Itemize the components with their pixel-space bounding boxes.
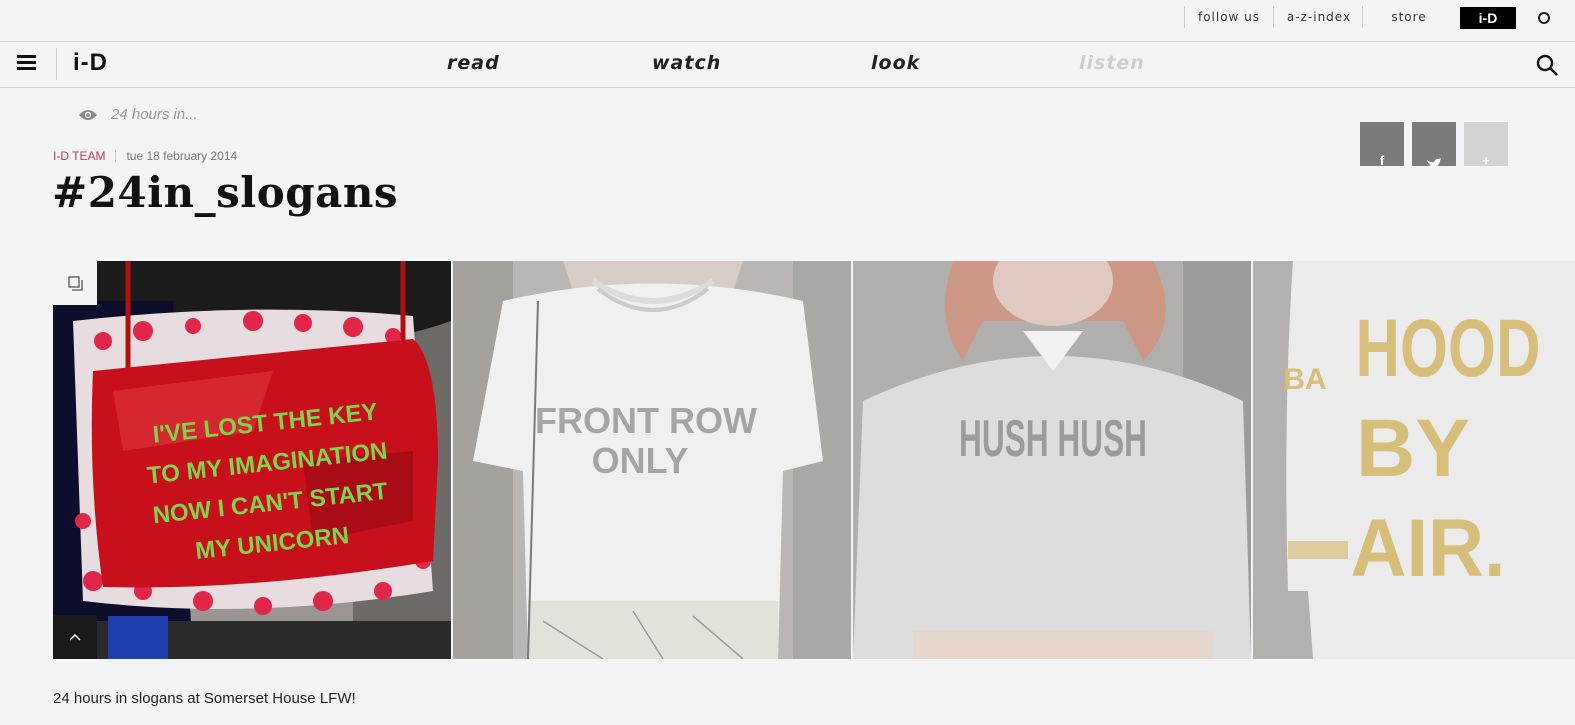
facebook-icon: f — [1379, 153, 1385, 168]
divider — [451, 261, 453, 659]
id-logo-badge[interactable]: i-D — [1460, 7, 1516, 29]
scroll-up-button[interactable] — [53, 615, 97, 659]
author-link[interactable]: i-D Team — [53, 149, 105, 163]
divider — [1184, 6, 1185, 28]
nav-link-listen[interactable]: listen — [1079, 52, 1145, 74]
site-logo[interactable]: i-D — [73, 49, 108, 77]
article-title: #24in_slogans — [52, 168, 399, 217]
store-link[interactable]: store — [1370, 0, 1448, 41]
divider — [1362, 6, 1363, 28]
divider — [1251, 261, 1253, 659]
photo-gallery[interactable]: I'VE LOST THE KEY TO MY IMAGINATION NOW … — [53, 261, 1575, 659]
main-nav: i-D read watch look listen — [0, 42, 1575, 88]
copy-icon — [68, 276, 83, 291]
nav-link-watch[interactable]: watch — [652, 52, 721, 74]
menu-icon[interactable] — [17, 55, 36, 71]
circle-icon[interactable] — [1538, 12, 1550, 24]
eye-icon — [79, 110, 97, 120]
share-twitter-button[interactable] — [1412, 122, 1456, 168]
divider — [115, 150, 117, 162]
plus-icon: + — [1482, 153, 1490, 168]
series-label: 24 hours in... — [111, 106, 198, 123]
photo-fade-overlay — [453, 261, 1575, 659]
divider — [851, 261, 853, 659]
photo-red-bag: I'VE LOST THE KEY TO MY IMAGINATION NOW … — [53, 261, 451, 659]
gallery-view-toggle[interactable] — [53, 261, 97, 305]
publish-date: tue 18 february 2014 — [126, 149, 238, 163]
search-icon[interactable] — [1536, 54, 1558, 76]
divider — [1273, 6, 1274, 28]
nav-link-look[interactable]: look — [871, 52, 920, 74]
utility-bar: follow us a-z-index store i-D — [0, 0, 1575, 42]
gallery-photo[interactable]: I'VE LOST THE KEY TO MY IMAGINATION NOW … — [53, 261, 451, 659]
share-more-button[interactable]: + — [1464, 122, 1508, 168]
follow-us-link[interactable]: follow us — [1190, 0, 1268, 41]
a-z-index-link[interactable]: a-z-index — [1280, 0, 1358, 41]
divider — [56, 48, 57, 80]
article-meta: i-D Team tue 18 february 2014 — [53, 149, 237, 163]
gallery-caption: 24 hours in slogans at Somerset House LF… — [53, 690, 356, 707]
share-facebook-button[interactable]: f — [1360, 122, 1404, 168]
twitter-icon — [1427, 158, 1441, 168]
nav-link-read[interactable]: read — [447, 52, 500, 74]
chevron-up-icon — [69, 633, 81, 641]
